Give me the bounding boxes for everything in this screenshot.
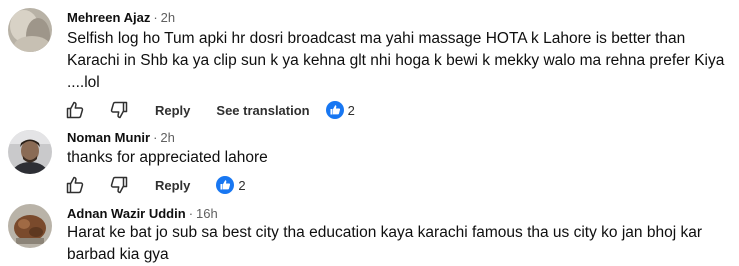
timestamp[interactable]: 2h: [160, 130, 174, 145]
like-reaction-icon: [216, 176, 235, 194]
avatar[interactable]: [8, 204, 52, 248]
thumbs-up-icon[interactable]: [63, 173, 87, 197]
comment-meta: Mehreen Ajaz · 2h: [67, 10, 175, 26]
thumbs-up-icon[interactable]: [63, 98, 87, 122]
comment-actions: Reply See translation 2: [63, 98, 355, 122]
reply-button[interactable]: Reply: [155, 178, 190, 193]
avatar-image: [8, 204, 52, 248]
reply-button[interactable]: Reply: [155, 103, 190, 118]
comment-1: Mehreen Ajaz · 2h Selfish log ho Tum apki …: [0, 0, 739, 128]
comment-meta: Adnan Wazir Uddin · 16h: [67, 206, 218, 222]
author-name[interactable]: Noman Munir: [67, 130, 150, 145]
separator: ·: [188, 206, 194, 221]
timestamp[interactable]: 16h: [196, 206, 218, 221]
author-name[interactable]: Adnan Wazir Uddin: [67, 206, 186, 221]
avatar-image: [8, 130, 52, 174]
separator: ·: [153, 130, 158, 145]
comment-text: Harat ke bat jo sub sa best city tha edu…: [67, 224, 702, 263]
thumbs-down-icon[interactable]: [107, 98, 131, 122]
reaction-summary[interactable]: 2: [325, 101, 355, 119]
reaction-summary[interactable]: 2: [216, 176, 246, 194]
thumbs-down-icon[interactable]: [107, 173, 131, 197]
like-reaction-icon: [325, 101, 344, 119]
reaction-count: 2: [347, 102, 355, 118]
see-translation-button[interactable]: See translation: [216, 103, 309, 118]
comment-3: Adnan Wazir Uddin · 16h Harat ke bat jo su…: [0, 198, 739, 266]
timestamp[interactable]: 2h: [161, 10, 175, 25]
comment-actions: Reply 2: [63, 173, 246, 197]
comment-text: Selfish log ho Tum apki hr dosri broadca…: [67, 30, 725, 91]
comment-2: Noman Munir · 2h thanks for appreciated la…: [0, 128, 739, 198]
reaction-count: 2: [238, 177, 246, 193]
comment-meta: Noman Munir · 2h: [67, 130, 175, 146]
comment-text: thanks for appreciated lahore: [67, 149, 268, 166]
author-name[interactable]: Mehreen Ajaz: [67, 10, 150, 25]
avatar[interactable]: [8, 130, 52, 174]
avatar-image: [8, 8, 52, 52]
avatar[interactable]: [8, 8, 52, 52]
separator: ·: [153, 10, 158, 25]
